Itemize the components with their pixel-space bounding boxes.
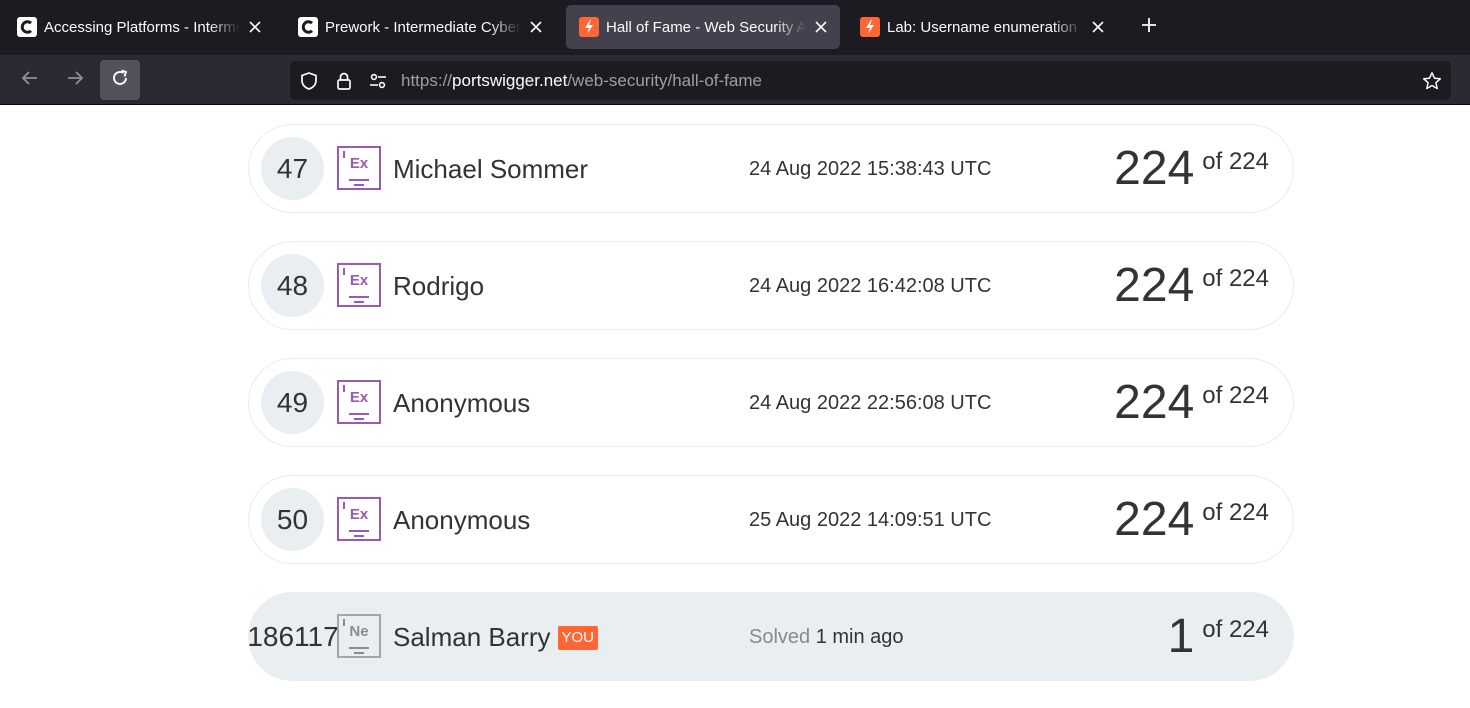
tab-strip: Accessing Platforms - Intermediate Prewo… — [0, 0, 1470, 55]
labs-solved: 224 — [1114, 259, 1195, 312]
badge-label: Ex — [349, 155, 369, 172]
portswigger-icon — [579, 17, 599, 37]
badge-label: Ex — [349, 272, 369, 289]
arrow-right-icon — [65, 68, 85, 93]
close-icon[interactable] — [527, 18, 545, 36]
completion-date: 24 Aug 2022 16:42:08 UTC — [749, 275, 992, 297]
novice-level-badge-icon: Ne — [337, 614, 381, 658]
user-name: Michael Sommer — [393, 154, 589, 184]
score: 224 of 224 — [1114, 141, 1269, 197]
url-text[interactable]: https://portswigger.net/web-security/hal… — [401, 71, 762, 91]
labs-total: of 224 — [1202, 499, 1269, 526]
labs-solved: 224 — [1114, 142, 1195, 195]
user-name: Rodrigo — [393, 271, 485, 301]
leaderboard-row: 50 Ex Anonymous 25 Aug 2022 14:09:51 UTC… — [248, 475, 1294, 564]
arrow-left-icon — [20, 68, 40, 93]
back-button[interactable] — [10, 60, 50, 100]
forward-button[interactable] — [55, 60, 95, 100]
leaderboard-row: 47 Ex Michael Sommer 24 Aug 2022 15:38:4… — [248, 124, 1294, 213]
url-path: /web-security/hall-of-fame — [567, 71, 762, 90]
reload-icon — [110, 68, 130, 93]
expert-level-badge-icon: Ex — [337, 146, 381, 190]
tab-lab-username-enumeration[interactable]: Lab: Username enumeration via — [847, 5, 1117, 49]
lock-icon[interactable] — [333, 70, 355, 92]
new-tab-button[interactable] — [1136, 14, 1162, 40]
reload-button[interactable] — [100, 60, 140, 100]
solved-time: 1 min ago — [815, 626, 904, 648]
completion-date: 25 Aug 2022 14:09:51 UTC — [749, 509, 992, 531]
hall-of-fame-leaderboard: 47 Ex Michael Sommer 24 Aug 2022 15:38:4… — [0, 106, 1470, 708]
solved-status: Solved 1 min ago — [749, 626, 904, 649]
portswigger-icon — [860, 17, 880, 37]
url-host: portswigger.net — [452, 71, 568, 90]
expert-level-badge-icon: Ex — [337, 263, 381, 307]
you-badge: YOU — [557, 625, 599, 650]
badge-label: Ne — [349, 623, 369, 640]
shield-icon[interactable] — [298, 70, 320, 92]
score: 224 of 224 — [1114, 258, 1269, 314]
expert-level-badge-icon: Ex — [337, 380, 381, 424]
leaderboard-row: 49 Ex Anonymous 24 Aug 2022 22:56:08 UTC… — [248, 358, 1294, 447]
close-icon[interactable] — [1089, 18, 1107, 36]
user-name: Anonymous — [393, 505, 531, 535]
completion-date: 24 Aug 2022 15:38:43 UTC — [749, 158, 992, 180]
leaderboard-row: 48 Ex Rodrigo 24 Aug 2022 16:42:08 UTC 2… — [248, 241, 1294, 330]
labs-total: of 224 — [1202, 616, 1269, 643]
address-bar[interactable]: https://portswigger.net/web-security/hal… — [290, 61, 1451, 100]
rank-number: 47 — [261, 137, 324, 200]
close-icon[interactable] — [246, 18, 264, 36]
solved-label: Solved — [749, 626, 811, 648]
user-name-container: Salman Barry YOU — [393, 622, 599, 653]
tab-accessing-platforms[interactable]: Accessing Platforms - Intermediate — [4, 5, 274, 49]
close-icon[interactable] — [812, 18, 830, 36]
score: 1 of 224 — [1168, 609, 1269, 665]
rank-number: 48 — [261, 254, 324, 317]
labs-total: of 224 — [1202, 382, 1269, 409]
url-scheme: https:// — [401, 71, 453, 90]
labs-solved: 224 — [1114, 493, 1195, 546]
rank-number: 50 — [261, 488, 324, 551]
c-logo-icon — [298, 17, 318, 37]
current-user-row: 186117 Ne Salman Barry YOU Solved 1 min … — [247, 592, 1294, 681]
labs-total: of 224 — [1202, 265, 1269, 292]
permissions-icon[interactable] — [367, 70, 389, 92]
labs-total: of 224 — [1202, 148, 1269, 175]
expert-level-badge-icon: Ex — [337, 497, 381, 541]
bookmark-star-icon[interactable] — [1421, 70, 1443, 92]
tab-hall-of-fame[interactable]: Hall of Fame - Web Security Academy — [566, 5, 840, 49]
c-logo-icon — [17, 17, 37, 37]
user-name: Anonymous — [393, 388, 531, 418]
rank-number: 49 — [261, 371, 324, 434]
badge-label: Ex — [349, 389, 369, 406]
plus-icon — [1141, 17, 1157, 38]
score: 224 of 224 — [1114, 375, 1269, 431]
tab-prework[interactable]: Prework - Intermediate Cybersecurity — [285, 5, 555, 49]
navigation-toolbar: https://portswigger.net/web-security/hal… — [0, 55, 1470, 105]
completion-date: 24 Aug 2022 22:56:08 UTC — [749, 392, 992, 414]
labs-solved: 1 — [1167, 610, 1195, 663]
labs-solved: 224 — [1114, 376, 1195, 429]
tab-title: Prework - Intermediate Cybersecurity — [325, 18, 521, 36]
tab-title: Lab: Username enumeration via — [887, 18, 1083, 36]
tab-title: Accessing Platforms - Intermediate — [44, 18, 240, 36]
badge-label: Ex — [349, 506, 369, 523]
rank-number: 186117 — [247, 620, 339, 652]
score: 224 of 224 — [1114, 492, 1269, 548]
tab-title: Hall of Fame - Web Security Academy — [606, 18, 806, 36]
user-name: Salman Barry — [393, 622, 551, 652]
